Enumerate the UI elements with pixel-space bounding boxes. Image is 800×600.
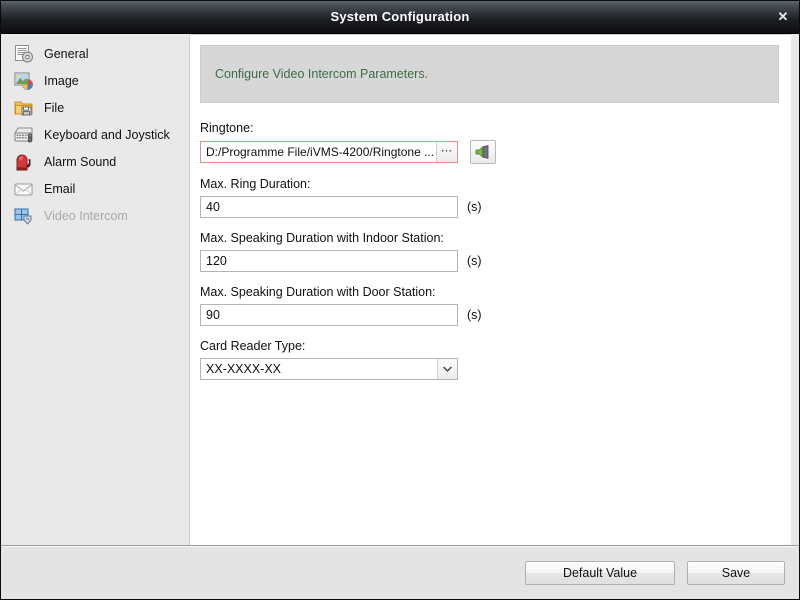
sidebar-item-keyboard-and-joystick[interactable]: Keyboard and Joystick — [1, 121, 189, 148]
info-banner: Configure Video Intercom Parameters. — [200, 45, 779, 103]
max-speaking-door-row: (s) — [200, 304, 779, 326]
field-ringtone: Ringtone: D:/Programme File/iVMS-4200/Ri… — [200, 121, 779, 164]
alarm-siren-icon — [13, 151, 35, 173]
video-grid-icon — [13, 205, 35, 227]
keyboard-icon — [13, 124, 35, 146]
max-ring-duration-unit: (s) — [467, 200, 482, 214]
save-button[interactable]: Save — [687, 560, 785, 585]
max-speaking-door-input[interactable] — [200, 304, 458, 326]
sidebar-item-label: Image — [44, 73, 79, 88]
sidebar-item-label: General — [44, 46, 89, 61]
ringtone-label: Ringtone: — [200, 121, 254, 135]
sidebar-item-video-intercom[interactable]: Video Intercom — [1, 202, 189, 229]
card-reader-type-label: Card Reader Type: — [200, 339, 306, 353]
ringtone-value: D:/Programme File/iVMS-4200/Ringtone ... — [206, 145, 435, 159]
browse-button[interactable]: ⋯ — [436, 142, 457, 162]
envelope-icon — [13, 178, 35, 200]
dialog-body: General Image File Keyboard and Joystick… — [1, 34, 799, 599]
picture-icon — [13, 70, 35, 92]
max-ring-duration-input[interactable] — [200, 196, 458, 218]
field-card-reader-type: Card Reader Type: XX-XXXX-XX — [200, 339, 779, 380]
card-reader-type-value: XX-XXXX-XX — [206, 362, 282, 376]
max-ring-duration-label: Max. Ring Duration: — [200, 177, 311, 191]
sidebar-item-image[interactable]: Image — [1, 67, 189, 94]
sidebar-item-label: Video Intercom — [44, 208, 128, 223]
chevron-down-icon[interactable] — [437, 359, 457, 379]
folder-save-icon — [13, 97, 35, 119]
sidebar-item-label: Keyboard and Joystick — [44, 127, 170, 142]
sidebar-item-file[interactable]: File — [1, 94, 189, 121]
default-value-button[interactable]: Default Value — [525, 560, 675, 585]
sidebar-item-email[interactable]: Email — [1, 175, 189, 202]
speaker-play-icon — [475, 145, 489, 159]
title-bar: System Configuration ✕ — [1, 1, 799, 34]
info-banner-text: Configure Video Intercom Parameters. — [215, 67, 429, 81]
max-speaking-indoor-unit: (s) — [467, 254, 482, 268]
max-ring-duration-row: (s) — [200, 196, 779, 218]
footer-bar: Default Value Save — [1, 545, 799, 599]
sidebar-item-alarm-sound[interactable]: Alarm Sound — [1, 148, 189, 175]
sidebar-item-label: File — [44, 100, 65, 115]
max-speaking-indoor-input[interactable] — [200, 250, 458, 272]
sidebar-item-general[interactable]: General — [1, 40, 189, 67]
close-icon[interactable]: ✕ — [771, 5, 795, 29]
max-speaking-door-unit: (s) — [467, 308, 482, 322]
panes: General Image File Keyboard and Joystick… — [1, 34, 799, 545]
field-max-speaking-door: Max. Speaking Duration with Door Station… — [200, 285, 779, 326]
ringtone-row: D:/Programme File/iVMS-4200/Ringtone ...… — [200, 140, 779, 164]
card-reader-type-row: XX-XXXX-XX — [200, 358, 779, 380]
play-ringtone-button[interactable] — [470, 140, 496, 164]
sidebar: General Image File Keyboard and Joystick… — [1, 34, 189, 545]
document-gear-icon — [13, 43, 35, 65]
field-max-ring-duration: Max. Ring Duration: (s) — [200, 177, 779, 218]
sidebar-item-label: Email — [44, 181, 76, 196]
content-panel: Configure Video Intercom Parameters. Rin… — [189, 34, 791, 545]
field-max-speaking-indoor: Max. Speaking Duration with Indoor Stati… — [200, 231, 779, 272]
system-configuration-dialog: System Configuration ✕ General Image Fil… — [0, 0, 800, 600]
sidebar-item-label: Alarm Sound — [44, 154, 117, 169]
max-speaking-indoor-label: Max. Speaking Duration with Indoor Stati… — [200, 231, 444, 245]
window-title: System Configuration — [330, 9, 470, 24]
max-speaking-indoor-row: (s) — [200, 250, 779, 272]
ringtone-input[interactable]: D:/Programme File/iVMS-4200/Ringtone ...… — [200, 141, 458, 163]
max-speaking-door-label: Max. Speaking Duration with Door Station… — [200, 285, 436, 299]
card-reader-type-select[interactable]: XX-XXXX-XX — [200, 358, 458, 380]
